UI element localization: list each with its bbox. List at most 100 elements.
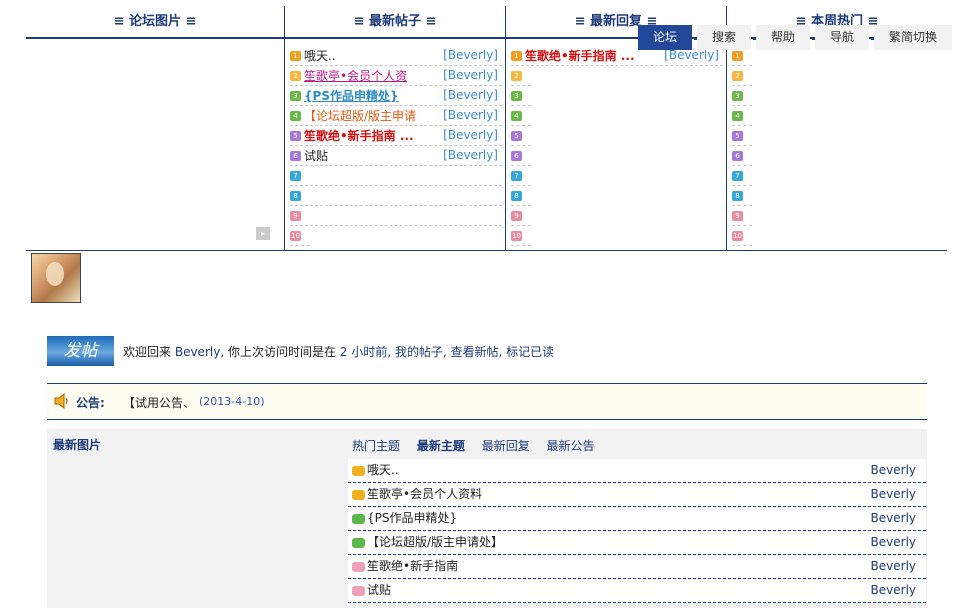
- list-item: 10: [290, 226, 310, 246]
- list-item[interactable]: 3 {PS作品申精处} [Beverly]: [290, 86, 502, 106]
- list-item[interactable]: 笙歌绝•新手指南 Beverly: [348, 555, 926, 579]
- list-item[interactable]: 5 笙歌绝•新手指南 ... [Beverly]: [290, 126, 502, 146]
- nav-forum[interactable]: 论坛: [638, 25, 692, 50]
- new-replies-list: 1 笙歌绝•新手指南 ... [Beverly] 2 3 4 5 6 7 8 9 1…: [511, 46, 723, 246]
- list-item[interactable]: 4 【论坛超版/版主申请 [Beverly]: [290, 106, 502, 126]
- topic-title[interactable]: 试贴: [367, 583, 391, 597]
- topic-author[interactable]: Beverly: [871, 579, 916, 601]
- rank-icon: 5: [511, 130, 522, 141]
- list-item: 3: [732, 86, 752, 106]
- rank-icon: 6: [290, 150, 301, 161]
- list-item[interactable]: 【论坛超版/版主申请处】 Beverly: [348, 531, 926, 555]
- list-item: 6: [732, 146, 752, 166]
- topic-title[interactable]: 笙歌绝•新手指南: [367, 559, 458, 573]
- post-author[interactable]: [Beverly]: [443, 46, 498, 64]
- rank-icon: 9: [511, 210, 522, 221]
- list-item: 5: [511, 126, 531, 146]
- topic-title[interactable]: 【论坛超版/版主申请处】: [367, 535, 503, 549]
- list-item[interactable]: 笙歌亭•会员个人资料 Beverly: [348, 483, 926, 507]
- column-divider: [284, 6, 285, 250]
- topic-author[interactable]: Beverly: [871, 507, 916, 529]
- tab-hot-topics[interactable]: 热门主题: [352, 439, 400, 453]
- post-author[interactable]: [Beverly]: [443, 106, 498, 124]
- post-title[interactable]: 笙歌绝•新手指南 ...: [304, 127, 414, 145]
- topic-author[interactable]: Beverly: [871, 483, 916, 505]
- topic-author[interactable]: Beverly: [871, 459, 916, 481]
- topic-author[interactable]: Beverly: [871, 555, 916, 577]
- list-item: 8: [732, 186, 752, 206]
- topic-title[interactable]: 笙歌亭•会员个人资料: [367, 487, 482, 501]
- post-title[interactable]: 哦天..: [304, 47, 336, 65]
- rank-icon: 4: [290, 110, 301, 121]
- user-quick-links[interactable]: , 我的帖子, 查看新帖, 标记已读: [387, 345, 554, 359]
- list-item[interactable]: 6 试贴 [Beverly]: [290, 146, 502, 166]
- rank-icon: 7: [511, 170, 522, 181]
- list-item: 2: [511, 66, 531, 86]
- topic-author[interactable]: Beverly: [871, 531, 916, 553]
- list-item[interactable]: 试贴 Beverly: [348, 579, 926, 603]
- latest-topics-list: 哦天.. Beverly 笙歌亭•会员个人资料 Beverly {PS作品申精处} B…: [348, 459, 926, 603]
- rank-icon: 4: [511, 110, 522, 121]
- rank-icon: 1: [290, 50, 301, 61]
- weekly-hot-list: 1 2 3 4 5 6 7 8 9 10: [732, 46, 752, 246]
- list-item[interactable]: 1 哦天.. [Beverly]: [290, 46, 502, 66]
- announcement-text[interactable]: 【试用公告、: [123, 394, 195, 411]
- welcome-bar: 欢迎回来 Beverly, 你上次访问时间是在 2 小时前, 我的帖子, 查看新…: [123, 343, 554, 360]
- post-title[interactable]: 笙歌亭•会员个人资: [304, 67, 407, 85]
- reply-title[interactable]: 笙歌绝•新手指南 ...: [525, 47, 635, 65]
- post-title[interactable]: 【论坛超版/版主申请: [304, 107, 416, 125]
- topic-title[interactable]: 哦天..: [367, 463, 399, 477]
- list-item: 8: [290, 186, 502, 206]
- post-author[interactable]: [Beverly]: [443, 126, 498, 144]
- new-post-button[interactable]: 发帖: [47, 336, 114, 366]
- column-header-new-replies[interactable]: ≡ 最新回复 ≡: [506, 6, 726, 38]
- rank-icon: 2: [511, 70, 522, 81]
- username-link[interactable]: Beverly: [175, 345, 220, 359]
- rank-icon: 10: [511, 230, 522, 241]
- list-item: 7: [290, 166, 502, 186]
- nav-trad-simp-switch[interactable]: 繁简切换: [874, 25, 952, 50]
- rank-icon: 8: [732, 190, 743, 201]
- nav-help[interactable]: 帮助: [756, 25, 810, 50]
- list-item: 5: [732, 126, 752, 146]
- topic-title[interactable]: {PS作品申精处}: [367, 511, 457, 525]
- list-item: 9: [511, 206, 531, 226]
- column-divider: [505, 6, 506, 250]
- new-posts-list: 1 哦天.. [Beverly] 2 笙歌亭•会员个人资 [Beverly] 3 {PS作…: [290, 46, 502, 246]
- topic-icon: [352, 561, 365, 572]
- latest-tabs: 热门主题 最新主题 最新回复 最新公告: [352, 437, 608, 454]
- post-author[interactable]: [Beverly]: [443, 66, 498, 84]
- rank-icon: 5: [290, 130, 301, 141]
- speaker-icon: [54, 393, 68, 409]
- list-item: 4: [732, 106, 752, 126]
- picture-scroll-button[interactable]: ▸: [256, 227, 270, 240]
- list-item: 9: [732, 206, 752, 226]
- tab-latest-announcements[interactable]: 最新公告: [547, 439, 595, 453]
- latest-section: 最新图片 热门主题 最新主题 最新回复 最新公告 哦天.. Beverly 笙歌亭…: [47, 429, 927, 608]
- list-item[interactable]: 2 笙歌亭•会员个人资 [Beverly]: [290, 66, 502, 86]
- rank-icon: 8: [290, 190, 301, 201]
- rank-icon: 2: [732, 70, 743, 81]
- nav-navigate[interactable]: 导航: [815, 25, 869, 50]
- tab-latest-topics[interactable]: 最新主题: [417, 439, 465, 453]
- tab-latest-replies[interactable]: 最新回复: [482, 439, 530, 453]
- last-visit-time: 2 小时前: [339, 345, 388, 359]
- rank-icon: 8: [511, 190, 522, 201]
- latest-pictures-title: 最新图片: [53, 438, 102, 452]
- column-header-new-posts[interactable]: ≡ 最新帖子 ≡: [285, 6, 505, 38]
- list-item[interactable]: 哦天.. Beverly: [348, 459, 926, 483]
- topic-icon: [352, 585, 365, 596]
- list-item[interactable]: {PS作品申精处} Beverly: [348, 507, 926, 531]
- topic-icon: [352, 537, 365, 548]
- nav-search[interactable]: 搜索: [697, 25, 751, 50]
- post-title[interactable]: 试贴: [304, 147, 328, 165]
- post-author[interactable]: [Beverly]: [443, 146, 498, 164]
- post-title[interactable]: {PS作品申精处}: [304, 87, 399, 105]
- avatar[interactable]: [31, 253, 81, 303]
- list-item: 8: [511, 186, 531, 206]
- rank-icon: 10: [732, 230, 743, 241]
- rank-icon: 9: [290, 210, 301, 221]
- post-author[interactable]: [Beverly]: [443, 86, 498, 104]
- list-item: 6: [511, 146, 531, 166]
- column-header-pictures[interactable]: ≡ 论坛图片 ≡: [26, 6, 284, 38]
